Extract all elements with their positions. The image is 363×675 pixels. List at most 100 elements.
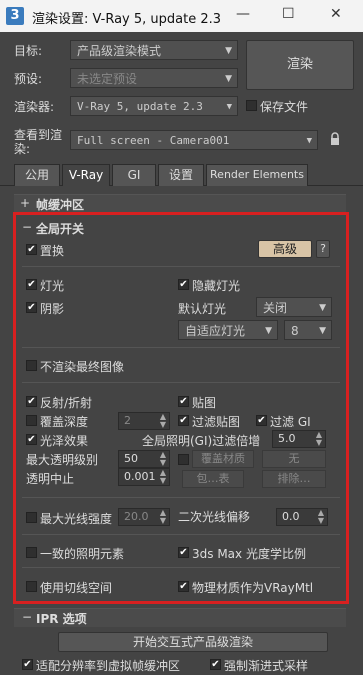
dont-render-final-checkbox[interactable]	[26, 360, 37, 371]
shadows-checkbox[interactable]	[26, 302, 37, 313]
chevron-down-icon: ▼	[226, 102, 232, 112]
override-mtl-checkbox[interactable]	[178, 454, 189, 465]
glossy-effects-checkbox[interactable]	[26, 434, 37, 445]
include-list-button[interactable]: 包…表	[182, 470, 244, 488]
preset-value: 未选定预设	[77, 72, 138, 86]
consistent-lighting-label: 一致的照明元素	[40, 547, 125, 561]
default-lights-dropdown[interactable]: 关闭 ▼	[256, 297, 332, 317]
adaptive-lights-value: 自适应灯光	[185, 324, 246, 338]
phys-mtl-label: 物理材质作为VRayMtl	[192, 581, 314, 595]
max-ray-intensity-spinner[interactable]: 20.0 ▲ ▼	[118, 508, 170, 526]
secondary-ray-bias-label: 二次光线偏移	[178, 510, 251, 524]
help-button[interactable]: ?	[316, 240, 330, 258]
spinner-arrows-icon[interactable]: ▲ ▼	[160, 413, 166, 429]
override-depth-spinner[interactable]: 2 ▲ ▼	[118, 412, 170, 430]
spinner-arrows-icon[interactable]: ▲ ▼	[318, 509, 324, 525]
photometric-scale-checkbox[interactable]	[178, 547, 189, 558]
force-progressive-checkbox[interactable]	[210, 659, 221, 670]
gi-filter-multiplier-spinner[interactable]: 5.0 ▲ ▼	[272, 430, 326, 448]
force-progressive-label: 强制渐进式采样	[224, 659, 309, 673]
target-dropdown[interactable]: 产品级渲染模式 ▼	[70, 40, 238, 60]
maps-checkbox[interactable]	[178, 396, 189, 407]
override-mtl-label: 覆盖材质	[192, 450, 254, 468]
override-depth-label: 覆盖深度	[40, 415, 89, 429]
dont-render-final-label: 不渲染最终图像	[40, 360, 125, 374]
save-file-label: 保存文件	[260, 100, 309, 114]
transp-cutoff-spinner[interactable]: 0.001 ▲ ▼	[118, 468, 170, 486]
max-transp-levels-value: 50	[124, 452, 138, 465]
tab-render-elements[interactable]: Render Elements	[206, 164, 308, 186]
frame-buffer-title: 帧缓冲区	[36, 198, 85, 212]
secondary-ray-bias-spinner[interactable]: 0.0 ▲ ▼	[276, 508, 328, 526]
renderer-dropdown[interactable]: V-Ray 5, update 2.3 ▼	[70, 96, 238, 116]
max-transp-levels-spinner[interactable]: 50 ▲ ▼	[118, 450, 170, 468]
target-value: 产品级渲染模式	[77, 44, 162, 58]
chevron-down-icon: ▼	[319, 303, 326, 313]
close-icon[interactable]: ✕	[330, 6, 342, 22]
save-file-checkbox[interactable]	[246, 100, 257, 111]
render-button[interactable]: 渲染	[246, 40, 354, 90]
preset-label: 预设:	[14, 72, 43, 86]
override-mtl-button[interactable]: 无	[262, 450, 326, 468]
tab-settings[interactable]: 设置	[158, 164, 204, 186]
displacement-label: 置换	[40, 244, 65, 258]
app-icon: 3	[6, 7, 24, 25]
view-dropdown[interactable]: Full screen - Camera001 ▼	[70, 130, 318, 150]
tab-vray[interactable]: V-Ray	[62, 164, 110, 186]
ipr-title: IPR 选项	[36, 612, 87, 626]
rollup-minus-icon[interactable]: −	[22, 610, 32, 624]
filter-gi-checkbox[interactable]	[256, 415, 267, 426]
lights-checkbox[interactable]	[26, 279, 37, 290]
rollup-plus-icon[interactable]: +	[20, 196, 30, 210]
rollup-minus-icon[interactable]: −	[22, 220, 32, 234]
chevron-down-icon: ▼	[225, 74, 232, 84]
view-value: Full screen - Camera001	[77, 134, 230, 147]
maximize-icon[interactable]: ☐	[282, 6, 295, 22]
global-switches-title: 全局开关	[36, 222, 85, 236]
window-title: 渲染设置: V-Ray 5, update 2.3	[32, 12, 222, 27]
tab-gi[interactable]: GI	[112, 164, 156, 186]
use-local-subdivs-checkbox[interactable]	[26, 581, 37, 592]
override-depth-checkbox[interactable]	[26, 415, 37, 426]
consistent-lighting-checkbox[interactable]	[26, 547, 37, 558]
filter-maps-checkbox[interactable]	[178, 415, 189, 426]
view-label-2: 染:	[14, 142, 31, 156]
glossy-effects-label: 光泽效果	[40, 434, 89, 448]
spinner-arrows-icon[interactable]: ▲ ▼	[316, 431, 322, 447]
gi-filter-multiplier-value: 5.0	[278, 432, 296, 445]
max-transp-levels-label: 最大透明级别	[26, 453, 99, 467]
spinner-arrows-icon[interactable]: ▲ ▼	[160, 469, 166, 485]
transp-cutoff-label: 透明中止	[26, 472, 75, 486]
advanced-button[interactable]: 高级	[258, 240, 312, 258]
max-ray-intensity-value: 20.0	[124, 510, 149, 523]
spinner-arrows-icon[interactable]: ▲ ▼	[160, 509, 166, 525]
target-label: 目标:	[14, 44, 43, 58]
exclude-list-button[interactable]: 排除…	[262, 470, 326, 488]
tab-common[interactable]: 公用	[14, 164, 60, 186]
title-bar: 3 渲染设置: V-Ray 5, update 2.3 — ☐ ✕	[0, 0, 363, 33]
fit-resolution-label: 适配分辨率到虚拟帧缓冲区	[36, 659, 181, 673]
divider	[22, 534, 340, 535]
lock-icon[interactable]	[330, 132, 340, 146]
divider	[22, 567, 340, 568]
minimize-icon[interactable]: —	[236, 6, 250, 22]
max-ray-intensity-label: 最大光线强度	[40, 512, 113, 526]
gi-filter-multiplier-label: 全局照明(GI)过滤倍增	[142, 434, 261, 448]
reflection-refraction-checkbox[interactable]	[26, 396, 37, 407]
displacement-checkbox[interactable]	[26, 244, 37, 255]
hidden-lights-checkbox[interactable]	[178, 279, 189, 290]
renderer-label: 渲染器:	[14, 100, 55, 114]
adaptive-lights-count[interactable]: 8 ▼	[284, 320, 332, 340]
max-ray-intensity-checkbox[interactable]	[26, 512, 37, 523]
adaptive-lights-dropdown[interactable]: 自适应灯光 ▼	[178, 320, 278, 340]
photometric-scale-label: 3ds Max 光度学比例	[192, 547, 306, 561]
chevron-down-icon: ▼	[306, 136, 312, 146]
spinner-arrows-icon[interactable]: ▲ ▼	[160, 451, 166, 467]
phys-mtl-checkbox[interactable]	[178, 581, 189, 592]
divider	[22, 497, 340, 498]
chevron-down-icon: ▼	[225, 46, 232, 56]
start-ipr-button[interactable]: 开始交互式产品级渲染	[58, 632, 328, 652]
fit-resolution-checkbox[interactable]	[22, 659, 33, 670]
reflection-refraction-label: 反射/折射	[40, 396, 93, 410]
preset-dropdown[interactable]: 未选定预设 ▼	[70, 68, 238, 88]
